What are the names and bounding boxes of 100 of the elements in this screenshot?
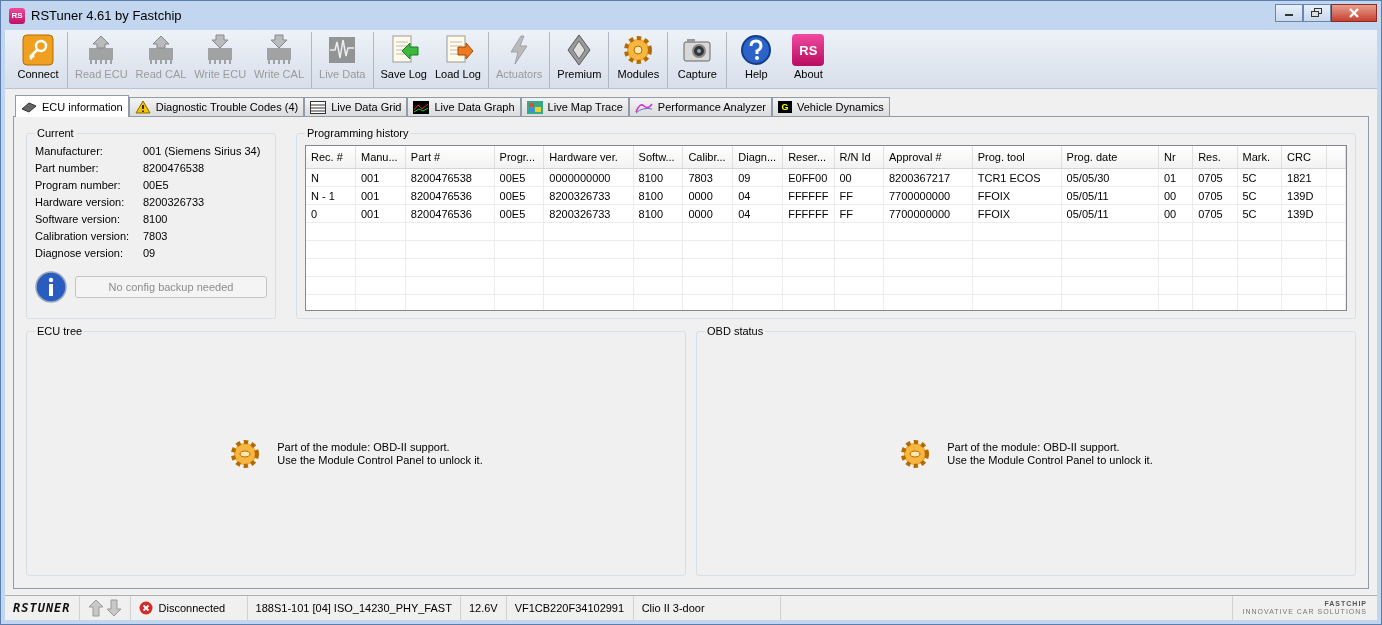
column-header[interactable]: Res. [1192,146,1237,169]
column-header[interactable]: Nr [1158,146,1193,169]
column-header[interactable]: Approval # [883,146,973,169]
table-cell: 0705 [1192,186,1237,205]
table-cell: FFOIX [972,204,1062,223]
field-value: 001 (Siemens Sirius 34) [143,145,262,157]
error-icon [138,601,153,615]
panel-title: ECU tree [36,325,84,337]
table-cell: 5C [1237,168,1282,187]
tab[interactable]: Live Data Grid [304,97,408,116]
table-cell: 09 [732,168,783,187]
table-cell: N [306,168,356,187]
table-cell: 139D [1281,204,1326,223]
table-cell: 001 [355,168,406,187]
table-cell: 04 [732,204,783,223]
tab[interactable]: Diagnostic Trouble Codes (4) [128,97,305,116]
field-label: Manufacturer: [35,145,104,157]
field-label: Software version: [35,213,121,225]
column-header[interactable]: Softw... [633,146,683,169]
panel-title: OBD status [706,325,765,337]
column-header[interactable]: Prog. date [1061,146,1159,169]
column-header[interactable]: Part # [405,146,495,169]
field-label: Hardware version: [35,196,126,208]
grid-icon [310,100,327,114]
table-cell: 0705 [1192,204,1237,223]
warning-icon [134,100,151,114]
column-header[interactable]: Progr... [494,146,544,169]
vehicle-text: Clio II 3-door [641,602,705,614]
column-header[interactable]: Hardware ver. [543,146,634,169]
field-value: 09 [143,247,157,259]
toolbar-button[interactable]: RS About [782,32,835,88]
column-header[interactable]: Manu... [355,146,406,169]
chip-icon [21,100,37,113]
close-button[interactable] [1331,3,1377,22]
field-value: 8100 [143,213,169,225]
column-header[interactable]: CRC [1281,146,1326,169]
table-cell: 00E5 [494,186,544,205]
table-cell: 8200476538 [405,168,495,187]
tab[interactable]: ECU information [15,95,129,117]
table-cell: 139D [1281,186,1326,205]
table-cell: 8100 [633,186,683,205]
column-header[interactable]: Diagn... [732,146,783,169]
field-label: Calibration version: [35,230,131,242]
column-header[interactable]: Mark. [1237,146,1282,169]
table-cell: TCR1 ECOS [972,168,1062,187]
table-cell: 00E5 [494,204,544,223]
tab[interactable]: Live Map Trace [520,97,629,116]
table-cell: 001 [355,204,406,223]
gear-icon [622,34,655,66]
tab[interactable]: G Vehicle Dynamics [772,97,890,116]
heatmap-icon [526,100,543,114]
key-icon [22,34,54,66]
column-header[interactable]: R/N Id [834,146,884,169]
info-icon [35,271,67,303]
table-cell: 0000 [682,204,733,223]
minimize-button[interactable] [1275,3,1303,22]
app-icon: RS [9,7,25,24]
table-cell: FF [834,186,884,205]
toolbar-button[interactable]: Capture [671,32,724,88]
table-cell: 8200326733 [543,186,634,205]
restore-button[interactable] [1303,3,1331,22]
window-title: RSTuner 4.61 by Fastchip [31,8,182,23]
up-down-arrows-icon [87,599,122,617]
table-cell: FF [834,204,884,223]
table-cell: N - 1 [306,186,356,205]
field-value: 8200476538 [143,162,206,174]
column-header[interactable]: Rec. # [306,146,356,169]
table-cell: FFFFFF [782,204,834,223]
column-header[interactable]: Calibr... [682,146,733,169]
table-cell: 05/05/30 [1061,168,1159,187]
table-cell: 00 [1158,186,1193,205]
table-cell: 0000000000 [543,168,634,187]
table-cell: 0 [306,204,356,223]
table-cell: 00 [1158,204,1193,223]
toolbar-button[interactable]: Connect [12,32,64,88]
g-force-icon: G [778,101,792,113]
graph-icon [413,100,430,114]
locked-module-message: Part of the module: OBD-II support. Use the Module Control Panel to unlock it. [947,441,1153,467]
tab[interactable]: Performance Analyzer [628,97,772,116]
toolbar-button[interactable]: Help [730,32,783,88]
tab[interactable]: Live Data Graph [407,97,521,116]
status-logo: RSTUNER [13,601,71,615]
toolbar-button[interactable]: Premium [553,32,606,88]
table-cell: 7803 [682,168,733,187]
protocol-text: 188S1-101 [04] ISO_14230_PHY_FAST [255,602,452,614]
table-cell: 7700000000 [883,204,973,223]
gear-icon [229,438,262,470]
table-cell: 0000 [682,186,733,205]
toolbar-button[interactable]: Load Log [431,32,485,88]
field-value: 8200326733 [143,196,206,208]
field-label: Part number: [35,162,100,174]
toolbar-button[interactable]: Modules [612,32,665,88]
toolbar-button[interactable]: Save Log [376,32,431,88]
field-label: Program number: [35,179,122,191]
table-cell: 001 [355,186,406,205]
table-cell: 8100 [633,168,683,187]
column-header[interactable]: Prog. tool [972,146,1062,169]
table-cell: 00E5 [494,168,544,187]
close-icon [1348,7,1360,18]
column-header[interactable]: Reser... [782,146,834,169]
